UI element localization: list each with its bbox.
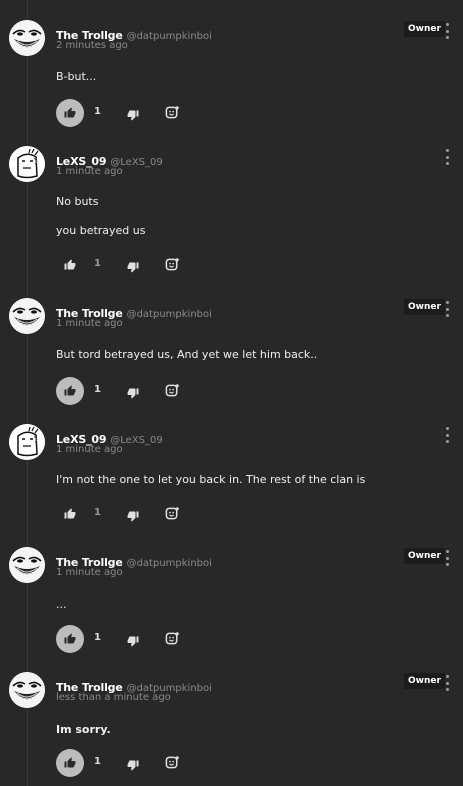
dislike-button[interactable] xyxy=(127,258,141,273)
add-reaction-button[interactable] xyxy=(165,631,180,646)
comment-text: No buts xyxy=(56,195,99,208)
more-vertical-icon[interactable] xyxy=(441,549,453,567)
dislike-button[interactable] xyxy=(127,756,141,771)
like-button[interactable] xyxy=(56,500,84,528)
add-reaction-icon xyxy=(165,383,180,397)
add-reaction-icon xyxy=(165,631,180,645)
comment-text: Im sorry. xyxy=(56,723,111,736)
dislike-button[interactable] xyxy=(127,632,141,647)
thumbs-up-icon xyxy=(64,107,76,118)
comment-text: I'm not the one to let you back in. The … xyxy=(56,473,366,486)
comment-actions: 1 xyxy=(56,625,256,653)
like-count: 1 xyxy=(94,106,101,117)
add-reaction-icon xyxy=(165,257,180,271)
comment-text: you betrayed us xyxy=(56,224,146,237)
comment-actions: 1 xyxy=(56,99,256,127)
trollface-avatar[interactable] xyxy=(9,547,45,583)
thumbs-up-icon xyxy=(64,259,76,270)
owner-badge: Owner xyxy=(404,673,445,689)
trollface-avatar[interactable] xyxy=(9,672,45,708)
owner-badge: Owner xyxy=(404,21,445,37)
like-button[interactable] xyxy=(56,377,84,405)
timestamp: 1 minute ago xyxy=(56,166,123,177)
more-vertical-icon[interactable] xyxy=(441,300,453,318)
timestamp: 2 minutes ago xyxy=(56,40,128,51)
doodle-avatar[interactable] xyxy=(9,424,45,460)
more-vertical-icon[interactable] xyxy=(441,148,453,166)
like-count: 1 xyxy=(94,632,101,643)
dislike-button[interactable] xyxy=(127,507,141,522)
thumbs-up-icon xyxy=(64,385,76,396)
timestamp: 1 minute ago xyxy=(56,318,123,329)
add-reaction-button[interactable] xyxy=(165,755,180,770)
add-reaction-button[interactable] xyxy=(165,383,180,398)
owner-badge: Owner xyxy=(404,548,445,564)
more-vertical-icon[interactable] xyxy=(441,426,453,444)
like-button[interactable] xyxy=(56,251,84,279)
like-button[interactable] xyxy=(56,99,84,127)
thumbs-up-icon xyxy=(64,633,76,644)
comment-actions: 1 xyxy=(56,377,256,405)
timestamp: less than a minute ago xyxy=(56,692,171,703)
author-handle[interactable]: @datpumpkinboi xyxy=(127,309,212,320)
add-reaction-button[interactable] xyxy=(165,257,180,272)
thumbs-down-icon xyxy=(127,511,139,522)
comment-actions: 1 xyxy=(56,500,256,528)
like-button[interactable] xyxy=(56,625,84,653)
thumbs-down-icon xyxy=(127,262,139,273)
thumbs-down-icon xyxy=(127,760,139,771)
thumbs-down-icon xyxy=(127,636,139,647)
comment-text: B-but... xyxy=(56,70,97,83)
trollface-avatar[interactable] xyxy=(9,298,45,334)
comment-actions: 1 xyxy=(56,749,256,777)
owner-badge: Owner xyxy=(404,299,445,315)
dislike-button[interactable] xyxy=(127,106,141,121)
like-count: 1 xyxy=(94,507,101,518)
like-count: 1 xyxy=(94,384,101,395)
add-reaction-icon xyxy=(165,755,180,769)
thread-line xyxy=(27,0,28,786)
timestamp: 1 minute ago xyxy=(56,444,123,455)
doodle-avatar[interactable] xyxy=(9,146,45,182)
comment-text: But tord betrayed us, And yet we let him… xyxy=(56,348,318,361)
author-handle[interactable]: @datpumpkinboi xyxy=(127,31,212,42)
dislike-button[interactable] xyxy=(127,384,141,399)
comment-text: ... xyxy=(56,598,67,611)
more-vertical-icon[interactable] xyxy=(441,22,453,40)
author-handle[interactable]: @datpumpkinboi xyxy=(127,558,212,569)
like-button[interactable] xyxy=(56,749,84,777)
comment-actions: 1 xyxy=(56,251,256,279)
like-count: 1 xyxy=(94,756,101,767)
timestamp: 1 minute ago xyxy=(56,567,123,578)
add-reaction-button[interactable] xyxy=(165,105,180,120)
like-count: 1 xyxy=(94,258,101,269)
more-vertical-icon[interactable] xyxy=(441,674,453,692)
add-reaction-icon xyxy=(165,506,180,520)
add-reaction-icon xyxy=(165,105,180,119)
trollface-avatar[interactable] xyxy=(9,20,45,56)
thumbs-down-icon xyxy=(127,388,139,399)
thumbs-down-icon xyxy=(127,110,139,121)
thumbs-up-icon xyxy=(64,757,76,768)
add-reaction-button[interactable] xyxy=(165,506,180,521)
thumbs-up-icon xyxy=(64,508,76,519)
